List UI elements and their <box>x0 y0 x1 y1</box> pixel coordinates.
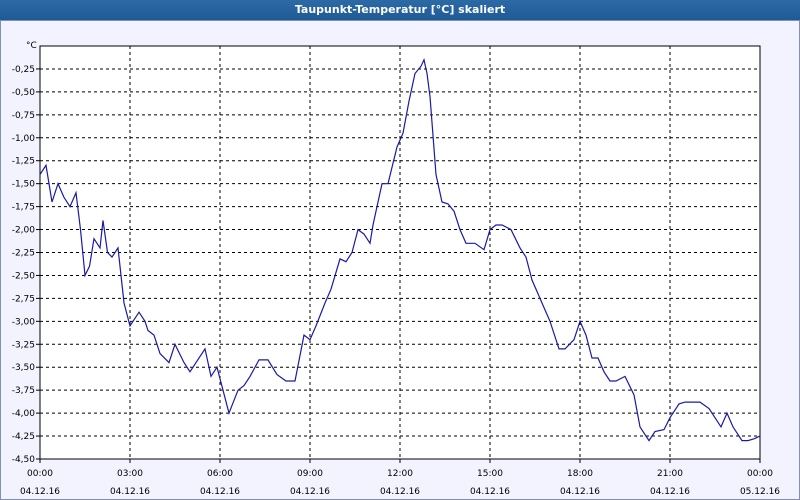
x-tick-time-label: 06:00 <box>207 469 233 479</box>
y-tick-label: -2,25 <box>12 249 35 259</box>
y-tick-label: -1,25 <box>12 157 35 167</box>
x-tick-time-label: 03:00 <box>117 469 143 479</box>
chart: °C -0,25 -0,50 -0,75 -1,00 -1,25 -1,50 -1,75 -2… <box>12 41 781 497</box>
x-tick-time-label: 21:00 <box>657 469 683 479</box>
x-tick-time-label: 15:00 <box>477 469 503 479</box>
x-tick-time-label: 18:00 <box>567 469 593 479</box>
y-tick-label: -4,00 <box>12 409 36 419</box>
x-tick-time-label: 00:00 <box>747 469 773 479</box>
x-tick-date-label: 04.12.16 <box>560 487 600 497</box>
y-tick-label: -1,75 <box>12 203 35 213</box>
y-tick-label: -2,50 <box>12 271 36 281</box>
x-tick-date-label: 05.12.16 <box>740 487 780 497</box>
x-tick-date-label: 04.12.16 <box>290 487 330 497</box>
y-tick-label: -4,50 <box>12 455 36 465</box>
x-tick-time-label: 00:00 <box>27 469 53 479</box>
y-tick-label: -0,25 <box>12 65 35 75</box>
x-tick-date-label: 04.12.16 <box>380 487 420 497</box>
y-tick-label: -3,75 <box>12 386 35 396</box>
x-tick-date-label: 04.12.16 <box>650 487 690 497</box>
x-tick-date-label: 04.12.16 <box>110 487 150 497</box>
y-tick-label: -1,00 <box>12 134 36 144</box>
y-tick-label: -4,25 <box>12 432 35 442</box>
y-tick-label: -2,75 <box>12 294 35 304</box>
x-tick-date-label: 04.12.16 <box>20 487 60 497</box>
x-axis-ticks: 00:00 04.12.16 03:00 04.12.16 06:00 04.12.16 0… <box>20 459 780 497</box>
y-tick-label: -3,25 <box>12 340 35 350</box>
x-tick-time-label: 12:00 <box>387 469 413 479</box>
y-axis-ticks: -0,25 -0,50 -0,75 -1,00 -1,25 -1,50 -1,75 -2,00… <box>12 65 40 465</box>
y-tick-label: -1,50 <box>12 180 36 190</box>
x-tick-time-label: 09:00 <box>297 469 323 479</box>
y-tick-label: -3,00 <box>12 317 36 327</box>
x-tick-date-label: 04.12.16 <box>470 487 510 497</box>
x-tick-date-label: 04.12.16 <box>200 487 240 497</box>
y-tick-label: -2,00 <box>12 226 36 236</box>
y-tick-label: -0,50 <box>12 88 36 98</box>
y-axis-unit-label: °C <box>26 41 37 51</box>
y-tick-label: -0,75 <box>12 111 35 121</box>
y-tick-label: -3,50 <box>12 363 36 373</box>
